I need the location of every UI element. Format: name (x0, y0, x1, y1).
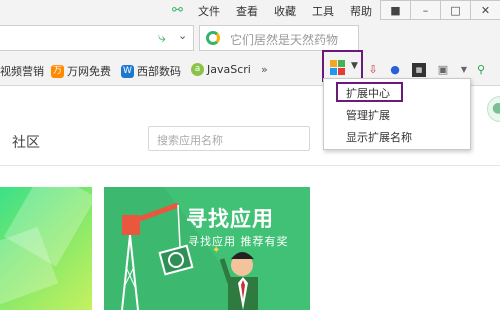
menu-favorites[interactable]: 收藏 (274, 3, 296, 19)
download-icon[interactable]: ⇩ (366, 63, 380, 77)
bookmark-item[interactable]: a JavaScri (191, 63, 251, 76)
zoom-icon[interactable]: ⚲ (474, 63, 488, 77)
more-tools-arrow-icon[interactable]: ▼ (457, 63, 471, 77)
skin-icon[interactable]: ■ (380, 0, 410, 20)
screenshot-icon[interactable]: ▣ (436, 63, 450, 77)
menu-file[interactable]: 文件 (198, 3, 220, 19)
minimize-icon[interactable]: – (410, 0, 440, 20)
menu-item-extension-center[interactable]: 扩展中心 (346, 85, 390, 101)
baidu-paw-icon[interactable]: ● (388, 63, 402, 77)
extension-dropdown-menu: 扩展中心 管理扩展 显示扩展名称 (323, 78, 471, 150)
chevron-down-icon[interactable]: ⌄ (178, 29, 187, 42)
menu-bar: ⚯ 文件 查看 收藏 工具 帮助 ■ – □ ✕ (0, 0, 500, 22)
divider (0, 165, 500, 166)
android-icon: a (191, 63, 204, 76)
menu-item-manage-extensions[interactable]: 管理扩展 (346, 107, 390, 123)
bookmark-item[interactable]: 万 万网免费 (51, 63, 111, 79)
west-icon: W (121, 64, 134, 78)
bookmark-item[interactable]: 视频营销 (0, 63, 44, 79)
menu-tools[interactable]: 工具 (312, 3, 334, 19)
maximize-icon[interactable]: □ (440, 0, 470, 20)
menu-view[interactable]: 查看 (236, 3, 258, 19)
close-icon[interactable]: ✕ (470, 0, 500, 20)
bookmark-label: 西部数码 (137, 65, 181, 78)
extension-grid-icon (330, 60, 345, 75)
bookmark-label: 视频营销 (0, 65, 44, 78)
wanwang-icon: 万 (51, 64, 64, 78)
banner-subtitle: 寻找应用 推荐有奖 (188, 235, 289, 248)
menu-item-show-extension-names[interactable]: 显示扩展名称 (346, 129, 412, 145)
dropdown-arrow-icon[interactable]: ▼ (351, 61, 358, 71)
search-box[interactable]: 它们居然是天然药物 (199, 25, 359, 51)
bookmark-item[interactable]: W 西部数码 (121, 63, 181, 79)
search-engine-icon[interactable] (206, 31, 220, 45)
more-bookmarks-icon[interactable]: » (261, 63, 268, 76)
address-bar-row: ⤷ ⌄ 它们居然是天然药物 (0, 22, 500, 56)
bookmark-label: JavaScri (207, 63, 251, 76)
menu-help[interactable]: 帮助 (350, 3, 372, 19)
banner-title: 寻找应用 (186, 207, 274, 231)
tab-community[interactable]: 社区 (12, 132, 40, 152)
banner-find-apps[interactable]: ✦ 寻找应用 寻找应用 推荐有奖 (104, 187, 310, 310)
search-placeholder: 它们居然是天然药物 (230, 33, 339, 47)
banner-left[interactable] (0, 187, 92, 310)
bookmark-label: 万网免费 (67, 65, 111, 78)
window-controls: ■ – □ ✕ (380, 0, 500, 22)
user-icon[interactable]: ⚯ (172, 3, 183, 18)
lightning-icon[interactable]: ⤷ (158, 30, 166, 46)
app-search-input[interactable]: 搜索应用名称 (148, 126, 310, 151)
toolbox-icon[interactable]: ▦ (412, 63, 426, 77)
app-search-placeholder: 搜索应用名称 (157, 134, 223, 147)
